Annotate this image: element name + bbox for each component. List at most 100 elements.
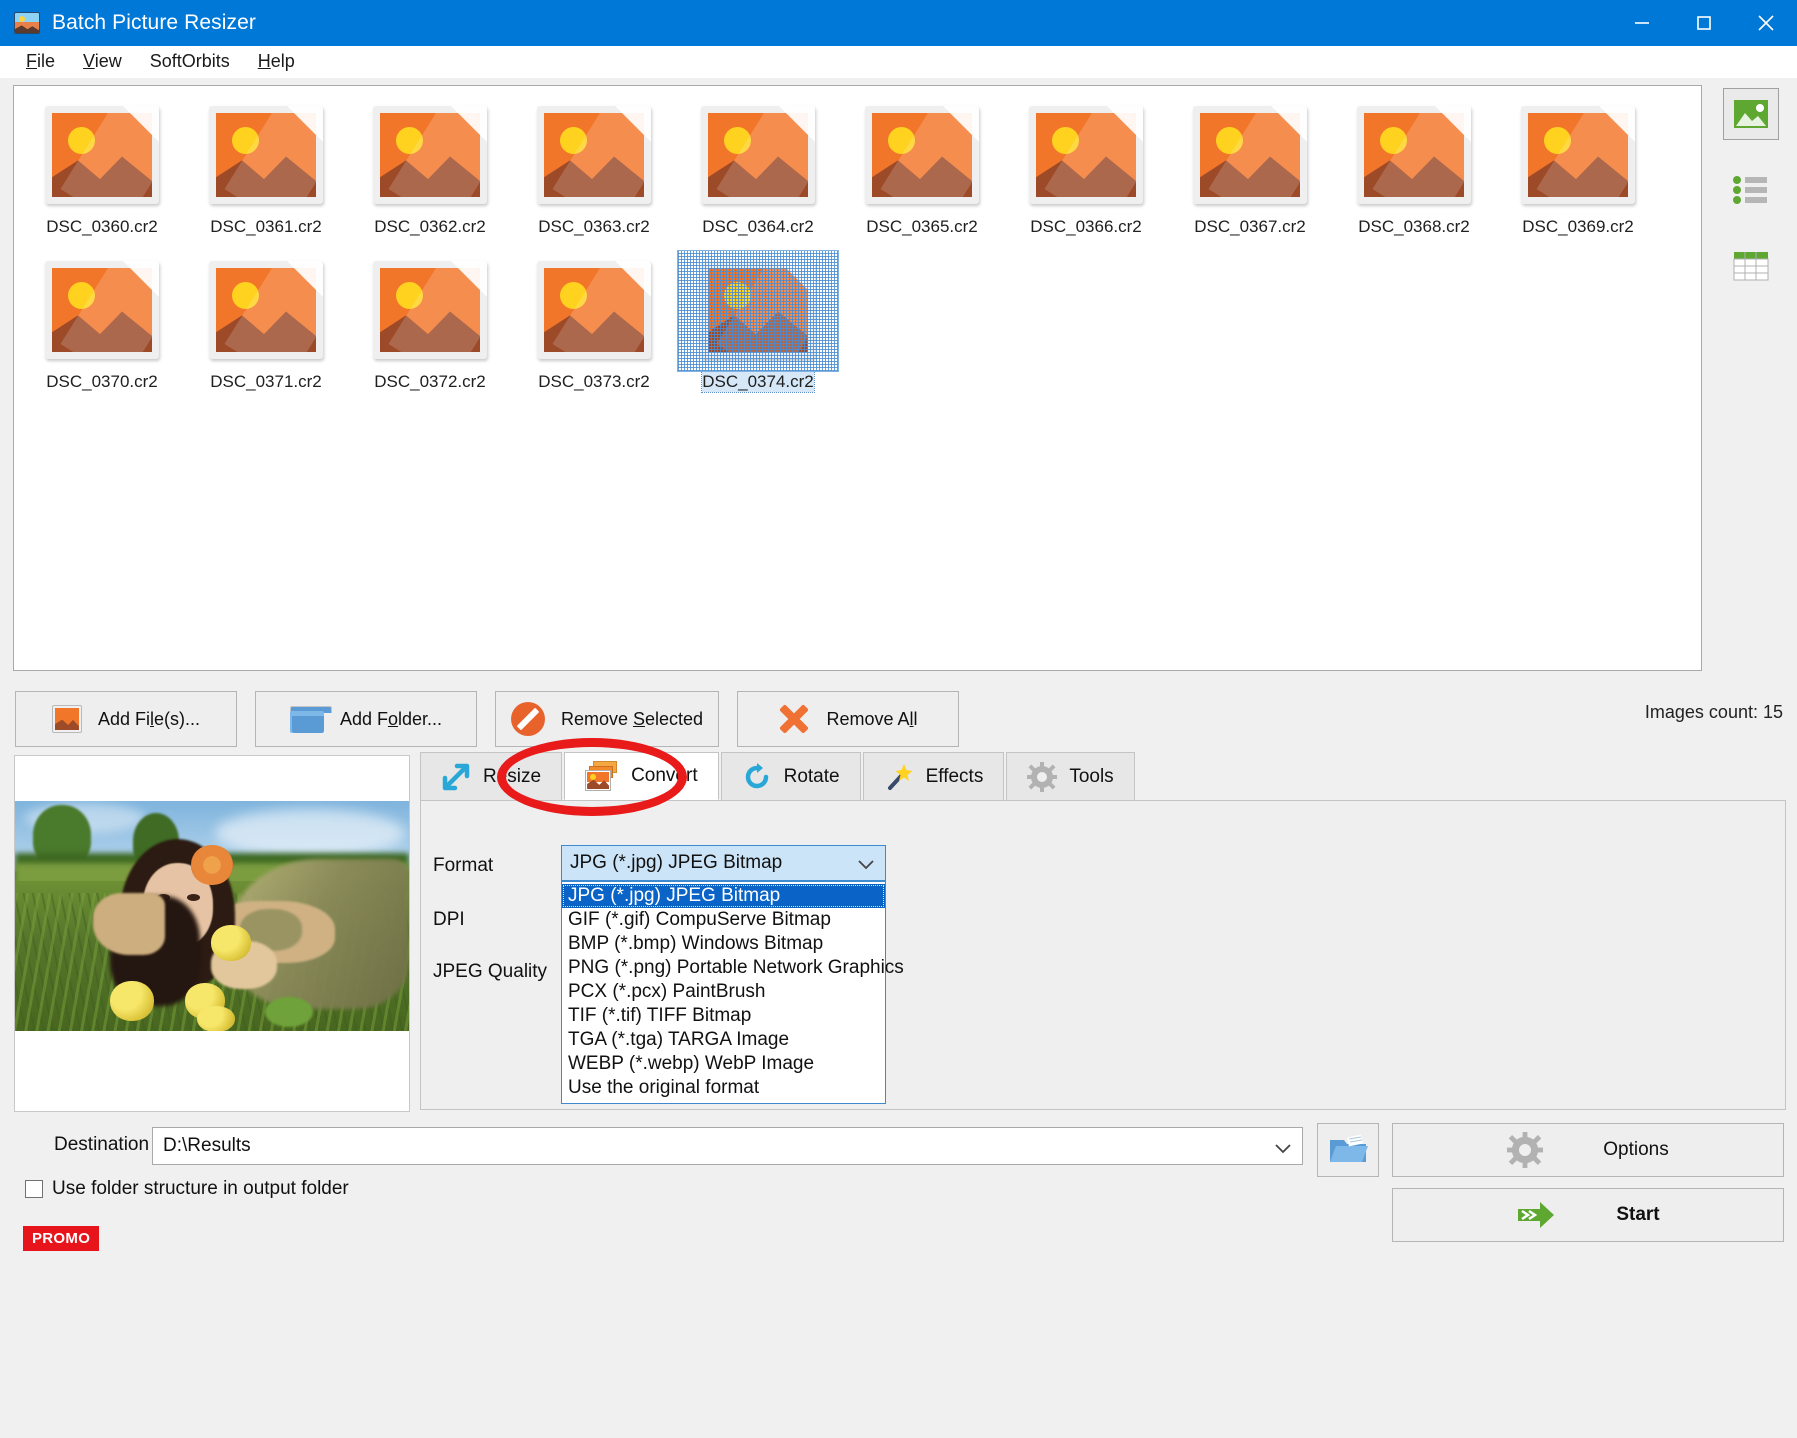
menu-label-view: iew xyxy=(95,51,122,71)
list-view-button[interactable] xyxy=(1723,164,1779,216)
thumbnail-label: DSC_0362.cr2 xyxy=(374,217,486,237)
picture-icon xyxy=(52,705,82,733)
menu-item-softorbits[interactable]: SoftOrbits xyxy=(136,49,244,74)
menu-item-file[interactable]: File xyxy=(12,49,69,74)
thumbnail-label: DSC_0363.cr2 xyxy=(538,217,650,237)
thumbnail-image xyxy=(196,257,336,364)
add-folder-button[interactable]: Add Folder... xyxy=(255,691,477,747)
tab-label-effects: Effects xyxy=(926,766,984,788)
destination-label: Destination xyxy=(54,1134,149,1156)
format-combobox-value: JPG (*.jpg) JPEG Bitmap xyxy=(570,852,782,874)
options-button[interactable]: Options xyxy=(1392,1123,1784,1177)
details-view-button[interactable] xyxy=(1723,240,1779,292)
no-entry-icon xyxy=(511,702,545,736)
thumbnail-item[interactable]: DSC_0369.cr2 xyxy=(1496,96,1660,251)
thumbnail-item[interactable]: DSC_0364.cr2 xyxy=(676,96,840,251)
thumbnail-item[interactable]: DSC_0366.cr2 xyxy=(1004,96,1168,251)
format-dropdown-list[interactable]: JPG (*.jpg) JPEG BitmapGIF (*.gif) Compu… xyxy=(561,881,886,1104)
use-folder-structure-checkbox[interactable] xyxy=(25,1180,43,1198)
thumbnail-label: DSC_0374.cr2 xyxy=(702,372,814,392)
maximize-button[interactable] xyxy=(1673,0,1735,46)
convert-panel: Format DPI JPEG Quality JPG (*.jpg) JPEG… xyxy=(420,800,1786,1110)
thumbnail-item[interactable]: DSC_0365.cr2 xyxy=(840,96,1004,251)
destination-input[interactable]: D:\Results xyxy=(152,1127,1303,1165)
format-label: Format xyxy=(433,855,493,877)
thumbnail-item[interactable]: DSC_0360.cr2 xyxy=(20,96,184,251)
folder-icon xyxy=(290,706,324,733)
format-option[interactable]: Use the original format xyxy=(562,1076,885,1100)
browse-folder-button[interactable] xyxy=(1317,1123,1379,1177)
use-folder-structure-row[interactable]: Use folder structure in output folder xyxy=(25,1178,349,1200)
format-option[interactable]: BMP (*.bmp) Windows Bitmap xyxy=(562,932,885,956)
rotate-icon xyxy=(742,762,772,792)
jpeg-quality-label: JPEG Quality xyxy=(433,961,547,983)
thumbnail-item[interactable]: DSC_0367.cr2 xyxy=(1168,96,1332,251)
thumbnail-label: DSC_0370.cr2 xyxy=(46,372,158,392)
menu-item-help[interactable]: Help xyxy=(244,49,309,74)
format-combobox[interactable]: JPG (*.jpg) JPEG Bitmap xyxy=(561,845,886,881)
chevron-down-icon[interactable] xyxy=(1274,1140,1292,1162)
menu-label-softorbits: SoftOrbits xyxy=(150,51,230,71)
convert-images-icon xyxy=(585,761,619,791)
thumbnail-image xyxy=(524,257,664,364)
remove-all-label: Remove All xyxy=(826,709,917,730)
app-icon xyxy=(14,12,40,34)
thumbnail-image xyxy=(688,257,828,364)
thumbnail-item[interactable]: DSC_0372.cr2 xyxy=(348,251,512,406)
window-controls xyxy=(1611,0,1797,46)
gear-icon xyxy=(1507,1132,1543,1168)
minimize-button[interactable] xyxy=(1611,0,1673,46)
thumbnail-label: DSC_0367.cr2 xyxy=(1194,217,1306,237)
menu-item-view[interactable]: View xyxy=(69,49,136,74)
thumbnail-image xyxy=(852,102,992,209)
thumbnail-item[interactable]: DSC_0368.cr2 xyxy=(1332,96,1496,251)
thumbnail-item[interactable]: DSC_0371.cr2 xyxy=(184,251,348,406)
tab-convert[interactable]: Convert xyxy=(564,752,719,800)
tab-rotate[interactable]: Rotate xyxy=(721,752,861,800)
remove-all-button[interactable]: Remove All xyxy=(737,691,959,747)
start-button[interactable]: Start xyxy=(1392,1188,1784,1242)
tab-tools[interactable]: Tools xyxy=(1006,752,1134,800)
format-option[interactable]: TGA (*.tga) TARGA Image xyxy=(562,1028,885,1052)
add-files-button[interactable]: Add File(s)... xyxy=(15,691,237,747)
thumbnail-image xyxy=(1180,102,1320,209)
images-count-label: Images count: 15 xyxy=(1645,702,1783,723)
thumbnail-item[interactable]: DSC_0362.cr2 xyxy=(348,96,512,251)
tab-label-convert: Convert xyxy=(631,765,698,787)
thumbnail-item[interactable]: DSC_0373.cr2 xyxy=(512,251,676,406)
format-option[interactable]: TIF (*.tif) TIFF Bitmap xyxy=(562,1004,885,1028)
remove-selected-button[interactable]: Remove Selected xyxy=(495,691,719,747)
menu-bar: File View SoftOrbits Help xyxy=(0,46,1797,78)
thumbnail-image xyxy=(1016,102,1156,209)
tab-label-resize: Resize xyxy=(483,766,541,788)
thumbnail-item[interactable]: DSC_0361.cr2 xyxy=(184,96,348,251)
thumbnail-item[interactable]: DSC_0370.cr2 xyxy=(20,251,184,406)
thumbnail-image xyxy=(524,102,664,209)
thumbnail-label: DSC_0368.cr2 xyxy=(1358,217,1470,237)
thumbnail-label: DSC_0360.cr2 xyxy=(46,217,158,237)
tab-resize[interactable]: Resize xyxy=(420,752,562,800)
settings-tabs: Resize Convert Rotate xyxy=(420,752,1786,1112)
file-actions-toolbar: Add File(s)... Add Folder... Remove Sele… xyxy=(15,689,1785,749)
options-label: Options xyxy=(1603,1139,1668,1161)
thumbnails-view-button[interactable] xyxy=(1723,88,1779,140)
menu-label-file: ile xyxy=(37,51,55,71)
format-option[interactable]: PNG (*.png) Portable Network Graphics xyxy=(562,956,885,980)
format-option[interactable]: WEBP (*.webp) WebP Image xyxy=(562,1052,885,1076)
window-title: Batch Picture Resizer xyxy=(52,11,256,35)
thumbnail-item[interactable]: DSC_0374.cr2 xyxy=(676,251,840,406)
gear-icon xyxy=(1027,762,1057,792)
thumbnail-image xyxy=(32,102,172,209)
thumbnail-list-panel[interactable]: DSC_0360.cr2 DSC_0361.cr2 DSC_0362.cr2 DSC_… xyxy=(13,85,1702,671)
format-option[interactable]: JPG (*.jpg) JPEG Bitmap xyxy=(562,884,885,908)
thumbnail-item[interactable]: DSC_0363.cr2 xyxy=(512,96,676,251)
thumbnail-label: DSC_0364.cr2 xyxy=(702,217,814,237)
format-option[interactable]: PCX (*.pcx) PaintBrush xyxy=(562,980,885,1004)
resize-arrows-icon xyxy=(441,762,471,792)
tab-strip: Resize Convert Rotate xyxy=(420,752,1786,800)
promo-badge[interactable]: PROMO xyxy=(23,1226,99,1251)
close-button[interactable] xyxy=(1735,0,1797,46)
tab-effects[interactable]: Effects xyxy=(863,752,1005,800)
x-cross-icon xyxy=(778,703,810,735)
format-option[interactable]: GIF (*.gif) CompuServe Bitmap xyxy=(562,908,885,932)
